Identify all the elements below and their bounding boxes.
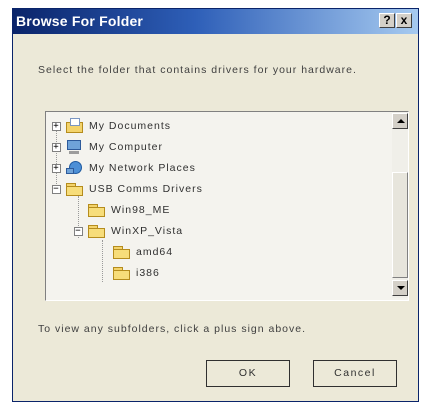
tree-item-label: My Documents xyxy=(89,120,172,132)
close-button[interactable]: x xyxy=(396,13,412,28)
ok-button[interactable]: OK xyxy=(206,360,290,387)
tree-item-my-documents[interactable]: + My Documents xyxy=(52,116,171,136)
folder-open-icon xyxy=(87,223,107,239)
browse-for-folder-dialog: Browse For Folder ? x Select the folder … xyxy=(12,8,419,402)
tree-item-label: WinXP_Vista xyxy=(111,225,184,237)
tree-item-label: Win98_ME xyxy=(111,204,171,216)
expand-plus-icon[interactable]: + xyxy=(52,121,61,131)
window-title: Browse For Folder xyxy=(16,13,144,29)
collapse-minus-icon[interactable]: − xyxy=(74,226,83,236)
tree-item-label: amd64 xyxy=(136,246,174,258)
scrollbar-thumb[interactable] xyxy=(392,172,408,278)
expand-plus-icon[interactable]: + xyxy=(52,142,61,152)
vertical-scrollbar[interactable] xyxy=(392,112,408,298)
tree-item-usb-comms-drivers[interactable]: − USB Comms Drivers xyxy=(52,179,203,199)
folder-icon xyxy=(112,244,132,260)
tree-item-label: My Computer xyxy=(89,141,164,153)
collapse-minus-icon[interactable]: − xyxy=(52,184,61,194)
my-documents-icon xyxy=(65,118,85,134)
expand-plus-icon[interactable]: + xyxy=(52,163,61,173)
scroll-up-arrow-icon[interactable] xyxy=(392,113,408,129)
title-bar[interactable]: Browse For Folder ? x xyxy=(13,9,418,34)
tree-item-amd64[interactable]: amd64 xyxy=(112,242,173,262)
help-button[interactable]: ? xyxy=(379,13,395,28)
folder-tree: + My Documents + My Computer + My Networ… xyxy=(50,114,390,298)
tree-item-win98-me[interactable]: Win98_ME xyxy=(87,200,170,220)
tree-item-label: USB Comms Drivers xyxy=(89,183,203,195)
folder-icon xyxy=(87,202,107,218)
tree-item-i386[interactable]: i386 xyxy=(112,263,160,283)
folder-tree-view[interactable]: + My Documents + My Computer + My Networ… xyxy=(45,111,409,301)
scroll-down-arrow-icon[interactable] xyxy=(392,280,408,296)
folder-icon xyxy=(112,265,132,281)
tree-item-my-network-places[interactable]: + My Network Places xyxy=(52,158,196,178)
tree-item-my-computer[interactable]: + My Computer xyxy=(52,137,163,157)
tree-item-winxp-vista[interactable]: − WinXP_Vista xyxy=(74,221,183,241)
folder-icon xyxy=(65,181,85,197)
my-computer-icon xyxy=(65,139,85,155)
hint-text: To view any subfolders, click a plus sig… xyxy=(38,323,307,335)
tree-item-label: My Network Places xyxy=(89,162,196,174)
tree-connector-line xyxy=(102,240,103,282)
tree-item-label: i386 xyxy=(136,267,160,279)
cancel-button[interactable]: Cancel xyxy=(313,360,397,387)
instruction-text: Select the folder that contains drivers … xyxy=(38,64,357,76)
network-places-icon xyxy=(65,160,85,176)
